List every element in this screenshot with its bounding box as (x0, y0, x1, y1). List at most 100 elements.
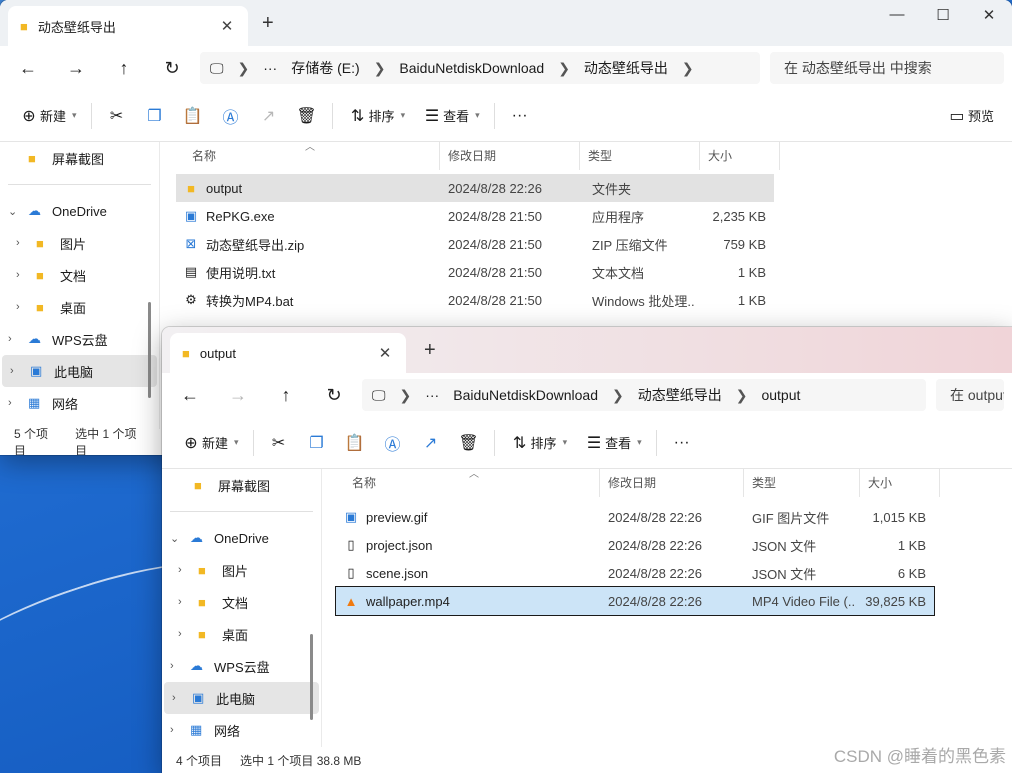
nav-item-documents[interactable]: › ■ 文档 (162, 586, 321, 618)
up-icon[interactable]: ↑ (104, 52, 144, 84)
delete-button[interactable]: 🗑 (450, 426, 488, 460)
nav-item-network[interactable]: › ▦ 网络 (162, 714, 321, 746)
tab-current[interactable]: ■ output ✕ (170, 333, 406, 373)
table-row[interactable]: ▣ preview.gif 2024/8/28 22:26 GIF 图片文件 1… (336, 503, 934, 531)
delete-button[interactable]: 🗑 (288, 99, 326, 133)
breadcrumb[interactable]: 🖵 ❯ ··· 存储卷 (E:) ❯ BaiduNetdiskDownload … (200, 52, 760, 84)
preview-button[interactable]: ▭ 预览 (938, 99, 1002, 133)
tab-current[interactable]: ■ 动态壁纸导出 ✕ (8, 6, 248, 46)
new-button[interactable]: ⊕ 新建 ▾ (172, 426, 247, 460)
cut-button[interactable]: ✂ (260, 426, 298, 460)
back-icon[interactable]: ← (8, 52, 48, 84)
nav-item-network[interactable]: › ▦ 网络 (0, 387, 159, 419)
nav-item-onedrive[interactable]: ⌄ ☁ OneDrive (0, 195, 159, 227)
column-date[interactable]: 修改日期 (600, 469, 744, 497)
refresh-icon[interactable]: ↻ (152, 52, 192, 84)
close-tab-icon[interactable]: ✕ (376, 344, 394, 362)
nav-item-this-pc[interactable]: › ▣ 此电脑 (2, 355, 157, 387)
chevron-right-icon[interactable]: › (16, 301, 36, 313)
new-button[interactable]: ⊕ 新建 ▾ (10, 99, 85, 133)
column-date[interactable]: 修改日期 (440, 142, 580, 170)
add-tab-icon[interactable]: + (262, 12, 274, 35)
chevron-right-icon[interactable]: ❯ (682, 60, 694, 77)
nav-item-this-pc[interactable]: › ▣ 此电脑 (164, 682, 319, 714)
more-button[interactable]: ··· (663, 426, 701, 460)
search-input[interactable]: 在 output 中搜索 (936, 379, 1004, 411)
chevron-down-icon[interactable]: ⌄ (8, 205, 28, 218)
table-row[interactable]: ▯ scene.json 2024/8/28 22:26 JSON 文件 6 K… (336, 559, 934, 587)
table-row[interactable]: ■ output 2024/8/28 22:26 文件夹 (176, 174, 774, 202)
table-row[interactable]: ⚙ 转换为MP4.bat 2024/8/28 21:50 Windows 批处理… (176, 286, 774, 314)
chevron-right-icon[interactable]: › (178, 564, 198, 576)
close-tab-icon[interactable]: ✕ (218, 17, 236, 35)
cut-button[interactable]: ✂ (98, 99, 136, 133)
nav-item-desktop[interactable]: › ■ 桌面 (162, 618, 321, 650)
chevron-right-icon[interactable]: ❯ (400, 387, 412, 404)
breadcrumb-overflow[interactable]: ··· (425, 387, 439, 403)
paste-button[interactable]: 📋 (336, 426, 374, 460)
breadcrumb-item[interactable]: BaiduNetdiskDownload (399, 60, 544, 76)
table-row[interactable]: ▯ project.json 2024/8/28 22:26 JSON 文件 1… (336, 531, 934, 559)
chevron-right-icon[interactable]: › (170, 660, 190, 672)
up-icon[interactable]: ↑ (266, 379, 306, 411)
chevron-down-icon[interactable]: ⌄ (170, 532, 190, 545)
chevron-right-icon[interactable]: ❯ (558, 60, 570, 77)
forward-icon[interactable]: → (56, 52, 96, 84)
chevron-right-icon[interactable]: ❯ (238, 60, 250, 77)
nav-item-wps-cloud[interactable]: › ☁ WPS云盘 (0, 323, 159, 355)
breadcrumb-item[interactable]: 动态壁纸导出 (584, 58, 668, 78)
chevron-right-icon[interactable]: › (16, 269, 36, 281)
nav-scrollbar[interactable] (310, 634, 313, 720)
chevron-right-icon[interactable]: › (10, 365, 30, 377)
nav-item-screenshots[interactable]: ■ 屏幕截图 (162, 469, 321, 501)
chevron-right-icon[interactable]: ❯ (736, 387, 748, 404)
share-button[interactable]: ↗ (250, 99, 288, 133)
chevron-right-icon[interactable]: › (16, 237, 36, 249)
chevron-right-icon[interactable]: › (8, 333, 28, 345)
copy-button[interactable]: ❐ (136, 99, 174, 133)
forward-icon[interactable]: → (218, 379, 258, 411)
view-button[interactable]: ☰ 查看 ▾ (575, 426, 650, 460)
refresh-icon[interactable]: ↻ (314, 379, 354, 411)
maximize-icon[interactable]: ☐ (920, 6, 966, 24)
rename-button[interactable]: Ⓐ (374, 426, 412, 460)
chevron-right-icon[interactable]: ❯ (612, 387, 624, 404)
chevron-right-icon[interactable]: › (170, 724, 190, 736)
breadcrumb-item[interactable]: 动态壁纸导出 (638, 385, 722, 405)
nav-item-desktop[interactable]: › ■ 桌面 (0, 291, 159, 323)
column-name[interactable]: 名称 (336, 469, 600, 497)
view-button[interactable]: ☰ 查看 ▾ (413, 99, 488, 133)
table-row[interactable]: ▤ 使用说明.txt 2024/8/28 21:50 文本文档 1 KB (176, 258, 774, 286)
back-icon[interactable]: ← (170, 379, 210, 411)
chevron-right-icon[interactable]: › (172, 692, 192, 704)
chevron-right-icon[interactable]: › (178, 628, 198, 640)
chevron-right-icon[interactable]: ❯ (374, 60, 386, 77)
chevron-right-icon[interactable]: › (8, 397, 28, 409)
nav-item-wps-cloud[interactable]: › ☁ WPS云盘 (162, 650, 321, 682)
nav-item-documents[interactable]: › ■ 文档 (0, 259, 159, 291)
close-window-icon[interactable]: ✕ (966, 6, 1012, 24)
sort-button[interactable]: ⇅ 排序 ▾ (501, 426, 576, 460)
chevron-right-icon[interactable]: › (178, 596, 198, 608)
rename-button[interactable]: Ⓐ (212, 99, 250, 133)
copy-button[interactable]: ❐ (298, 426, 336, 460)
breadcrumb-item[interactable]: BaiduNetdiskDownload (453, 387, 598, 403)
paste-button[interactable]: 📋 (174, 99, 212, 133)
table-row[interactable]: ⊠ 动态壁纸导出.zip 2024/8/28 21:50 ZIP 压缩文件 75… (176, 230, 774, 258)
nav-item-pictures[interactable]: › ■ 图片 (162, 554, 321, 586)
nav-item-screenshots[interactable]: ■ 屏幕截图 (0, 142, 159, 174)
column-size[interactable]: 大小 (700, 142, 780, 170)
nav-item-pictures[interactable]: › ■ 图片 (0, 227, 159, 259)
breadcrumb[interactable]: 🖵 ❯ ··· BaiduNetdiskDownload ❯ 动态壁纸导出 ❯ … (362, 379, 926, 411)
column-type[interactable]: 类型 (744, 469, 860, 497)
column-size[interactable]: 大小 (860, 469, 940, 497)
minimize-icon[interactable]: — (874, 6, 920, 24)
share-button[interactable]: ↗ (412, 426, 450, 460)
breadcrumb-overflow[interactable]: ··· (263, 60, 277, 76)
breadcrumb-item[interactable]: output (761, 387, 800, 403)
nav-item-onedrive[interactable]: ⌄ ☁ OneDrive (162, 522, 321, 554)
table-row[interactable]: ▣ RePKG.exe 2024/8/28 21:50 应用程序 2,235 K… (176, 202, 774, 230)
add-tab-icon[interactable]: + (424, 339, 436, 362)
sort-button[interactable]: ⇅ 排序 ▾ (339, 99, 414, 133)
search-input[interactable]: 在 动态壁纸导出 中搜索 (770, 52, 1004, 84)
